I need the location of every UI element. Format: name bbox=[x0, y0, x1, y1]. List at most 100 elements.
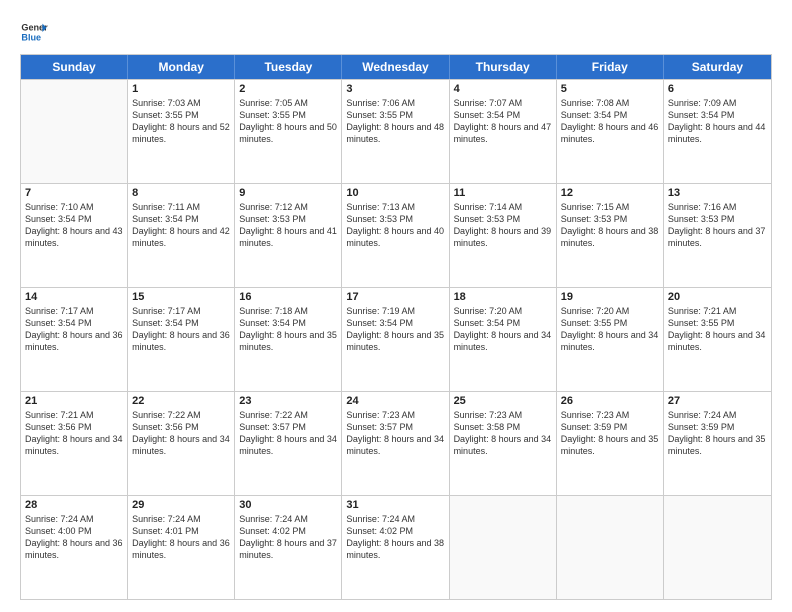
day-number: 5 bbox=[561, 83, 659, 95]
day-number: 9 bbox=[239, 187, 337, 199]
day-number: 30 bbox=[239, 499, 337, 511]
header: General Blue bbox=[20, 18, 772, 46]
day-cell-29: 29 Sunrise: 7:24 AMSunset: 4:01 PMDaylig… bbox=[128, 496, 235, 599]
day-number: 27 bbox=[668, 395, 767, 407]
day-info: Sunrise: 7:12 AMSunset: 3:53 PMDaylight:… bbox=[239, 201, 337, 250]
day-cell-14: 14 Sunrise: 7:17 AMSunset: 3:54 PMDaylig… bbox=[21, 288, 128, 391]
day-info: Sunrise: 7:24 AMSunset: 4:01 PMDaylight:… bbox=[132, 513, 230, 562]
week-row-1: 1 Sunrise: 7:03 AMSunset: 3:55 PMDayligh… bbox=[21, 79, 771, 183]
week-row-5: 28 Sunrise: 7:24 AMSunset: 4:00 PMDaylig… bbox=[21, 495, 771, 599]
day-cell-15: 15 Sunrise: 7:17 AMSunset: 3:54 PMDaylig… bbox=[128, 288, 235, 391]
day-info: Sunrise: 7:11 AMSunset: 3:54 PMDaylight:… bbox=[132, 201, 230, 250]
day-number: 4 bbox=[454, 83, 552, 95]
day-number: 28 bbox=[25, 499, 123, 511]
day-number: 13 bbox=[668, 187, 767, 199]
logo-icon: General Blue bbox=[20, 18, 48, 46]
day-info: Sunrise: 7:23 AMSunset: 3:57 PMDaylight:… bbox=[346, 409, 444, 458]
day-info: Sunrise: 7:24 AMSunset: 4:00 PMDaylight:… bbox=[25, 513, 123, 562]
day-info: Sunrise: 7:10 AMSunset: 3:54 PMDaylight:… bbox=[25, 201, 123, 250]
day-cell-5: 5 Sunrise: 7:08 AMSunset: 3:54 PMDayligh… bbox=[557, 80, 664, 183]
day-info: Sunrise: 7:23 AMSunset: 3:58 PMDaylight:… bbox=[454, 409, 552, 458]
day-info: Sunrise: 7:21 AMSunset: 3:55 PMDaylight:… bbox=[668, 305, 767, 354]
day-cell-27: 27 Sunrise: 7:24 AMSunset: 3:59 PMDaylig… bbox=[664, 392, 771, 495]
day-info: Sunrise: 7:24 AMSunset: 4:02 PMDaylight:… bbox=[239, 513, 337, 562]
day-header-wednesday: Wednesday bbox=[342, 55, 449, 79]
day-header-thursday: Thursday bbox=[450, 55, 557, 79]
day-number: 20 bbox=[668, 291, 767, 303]
day-cell-6: 6 Sunrise: 7:09 AMSunset: 3:54 PMDayligh… bbox=[664, 80, 771, 183]
day-cell-24: 24 Sunrise: 7:23 AMSunset: 3:57 PMDaylig… bbox=[342, 392, 449, 495]
logo: General Blue bbox=[20, 18, 48, 46]
day-cell-13: 13 Sunrise: 7:16 AMSunset: 3:53 PMDaylig… bbox=[664, 184, 771, 287]
day-cell-19: 19 Sunrise: 7:20 AMSunset: 3:55 PMDaylig… bbox=[557, 288, 664, 391]
day-info: Sunrise: 7:08 AMSunset: 3:54 PMDaylight:… bbox=[561, 97, 659, 146]
day-number: 31 bbox=[346, 499, 444, 511]
day-number: 21 bbox=[25, 395, 123, 407]
day-cell-18: 18 Sunrise: 7:20 AMSunset: 3:54 PMDaylig… bbox=[450, 288, 557, 391]
day-number: 10 bbox=[346, 187, 444, 199]
day-info: Sunrise: 7:22 AMSunset: 3:56 PMDaylight:… bbox=[132, 409, 230, 458]
day-number: 3 bbox=[346, 83, 444, 95]
day-info: Sunrise: 7:23 AMSunset: 3:59 PMDaylight:… bbox=[561, 409, 659, 458]
day-cell-2: 2 Sunrise: 7:05 AMSunset: 3:55 PMDayligh… bbox=[235, 80, 342, 183]
day-info: Sunrise: 7:24 AMSunset: 4:02 PMDaylight:… bbox=[346, 513, 444, 562]
day-info: Sunrise: 7:21 AMSunset: 3:56 PMDaylight:… bbox=[25, 409, 123, 458]
day-number: 15 bbox=[132, 291, 230, 303]
day-cell-21: 21 Sunrise: 7:21 AMSunset: 3:56 PMDaylig… bbox=[21, 392, 128, 495]
day-info: Sunrise: 7:06 AMSunset: 3:55 PMDaylight:… bbox=[346, 97, 444, 146]
empty-cell bbox=[21, 80, 128, 183]
empty-cell bbox=[664, 496, 771, 599]
day-info: Sunrise: 7:20 AMSunset: 3:55 PMDaylight:… bbox=[561, 305, 659, 354]
day-number: 29 bbox=[132, 499, 230, 511]
day-number: 26 bbox=[561, 395, 659, 407]
day-cell-7: 7 Sunrise: 7:10 AMSunset: 3:54 PMDayligh… bbox=[21, 184, 128, 287]
page: General Blue SundayMondayTuesdayWednesda… bbox=[0, 0, 792, 612]
day-cell-20: 20 Sunrise: 7:21 AMSunset: 3:55 PMDaylig… bbox=[664, 288, 771, 391]
day-cell-1: 1 Sunrise: 7:03 AMSunset: 3:55 PMDayligh… bbox=[128, 80, 235, 183]
day-cell-28: 28 Sunrise: 7:24 AMSunset: 4:00 PMDaylig… bbox=[21, 496, 128, 599]
empty-cell bbox=[450, 496, 557, 599]
day-number: 19 bbox=[561, 291, 659, 303]
empty-cell bbox=[557, 496, 664, 599]
calendar-header: SundayMondayTuesdayWednesdayThursdayFrid… bbox=[21, 55, 771, 79]
day-info: Sunrise: 7:03 AMSunset: 3:55 PMDaylight:… bbox=[132, 97, 230, 146]
svg-text:Blue: Blue bbox=[21, 32, 41, 42]
day-number: 8 bbox=[132, 187, 230, 199]
day-cell-22: 22 Sunrise: 7:22 AMSunset: 3:56 PMDaylig… bbox=[128, 392, 235, 495]
day-number: 24 bbox=[346, 395, 444, 407]
day-cell-12: 12 Sunrise: 7:15 AMSunset: 3:53 PMDaylig… bbox=[557, 184, 664, 287]
day-info: Sunrise: 7:22 AMSunset: 3:57 PMDaylight:… bbox=[239, 409, 337, 458]
day-info: Sunrise: 7:13 AMSunset: 3:53 PMDaylight:… bbox=[346, 201, 444, 250]
day-info: Sunrise: 7:17 AMSunset: 3:54 PMDaylight:… bbox=[25, 305, 123, 354]
day-number: 18 bbox=[454, 291, 552, 303]
day-number: 17 bbox=[346, 291, 444, 303]
day-info: Sunrise: 7:07 AMSunset: 3:54 PMDaylight:… bbox=[454, 97, 552, 146]
calendar-body: 1 Sunrise: 7:03 AMSunset: 3:55 PMDayligh… bbox=[21, 79, 771, 599]
calendar: SundayMondayTuesdayWednesdayThursdayFrid… bbox=[20, 54, 772, 600]
day-header-monday: Monday bbox=[128, 55, 235, 79]
day-info: Sunrise: 7:19 AMSunset: 3:54 PMDaylight:… bbox=[346, 305, 444, 354]
day-cell-10: 10 Sunrise: 7:13 AMSunset: 3:53 PMDaylig… bbox=[342, 184, 449, 287]
day-number: 16 bbox=[239, 291, 337, 303]
day-number: 23 bbox=[239, 395, 337, 407]
day-info: Sunrise: 7:14 AMSunset: 3:53 PMDaylight:… bbox=[454, 201, 552, 250]
day-number: 2 bbox=[239, 83, 337, 95]
day-info: Sunrise: 7:09 AMSunset: 3:54 PMDaylight:… bbox=[668, 97, 767, 146]
day-info: Sunrise: 7:20 AMSunset: 3:54 PMDaylight:… bbox=[454, 305, 552, 354]
day-cell-16: 16 Sunrise: 7:18 AMSunset: 3:54 PMDaylig… bbox=[235, 288, 342, 391]
day-cell-17: 17 Sunrise: 7:19 AMSunset: 3:54 PMDaylig… bbox=[342, 288, 449, 391]
day-number: 11 bbox=[454, 187, 552, 199]
day-header-sunday: Sunday bbox=[21, 55, 128, 79]
week-row-3: 14 Sunrise: 7:17 AMSunset: 3:54 PMDaylig… bbox=[21, 287, 771, 391]
day-cell-31: 31 Sunrise: 7:24 AMSunset: 4:02 PMDaylig… bbox=[342, 496, 449, 599]
day-number: 1 bbox=[132, 83, 230, 95]
day-info: Sunrise: 7:24 AMSunset: 3:59 PMDaylight:… bbox=[668, 409, 767, 458]
day-cell-11: 11 Sunrise: 7:14 AMSunset: 3:53 PMDaylig… bbox=[450, 184, 557, 287]
day-number: 12 bbox=[561, 187, 659, 199]
day-cell-25: 25 Sunrise: 7:23 AMSunset: 3:58 PMDaylig… bbox=[450, 392, 557, 495]
day-number: 22 bbox=[132, 395, 230, 407]
day-cell-23: 23 Sunrise: 7:22 AMSunset: 3:57 PMDaylig… bbox=[235, 392, 342, 495]
day-cell-26: 26 Sunrise: 7:23 AMSunset: 3:59 PMDaylig… bbox=[557, 392, 664, 495]
day-header-tuesday: Tuesday bbox=[235, 55, 342, 79]
day-cell-3: 3 Sunrise: 7:06 AMSunset: 3:55 PMDayligh… bbox=[342, 80, 449, 183]
